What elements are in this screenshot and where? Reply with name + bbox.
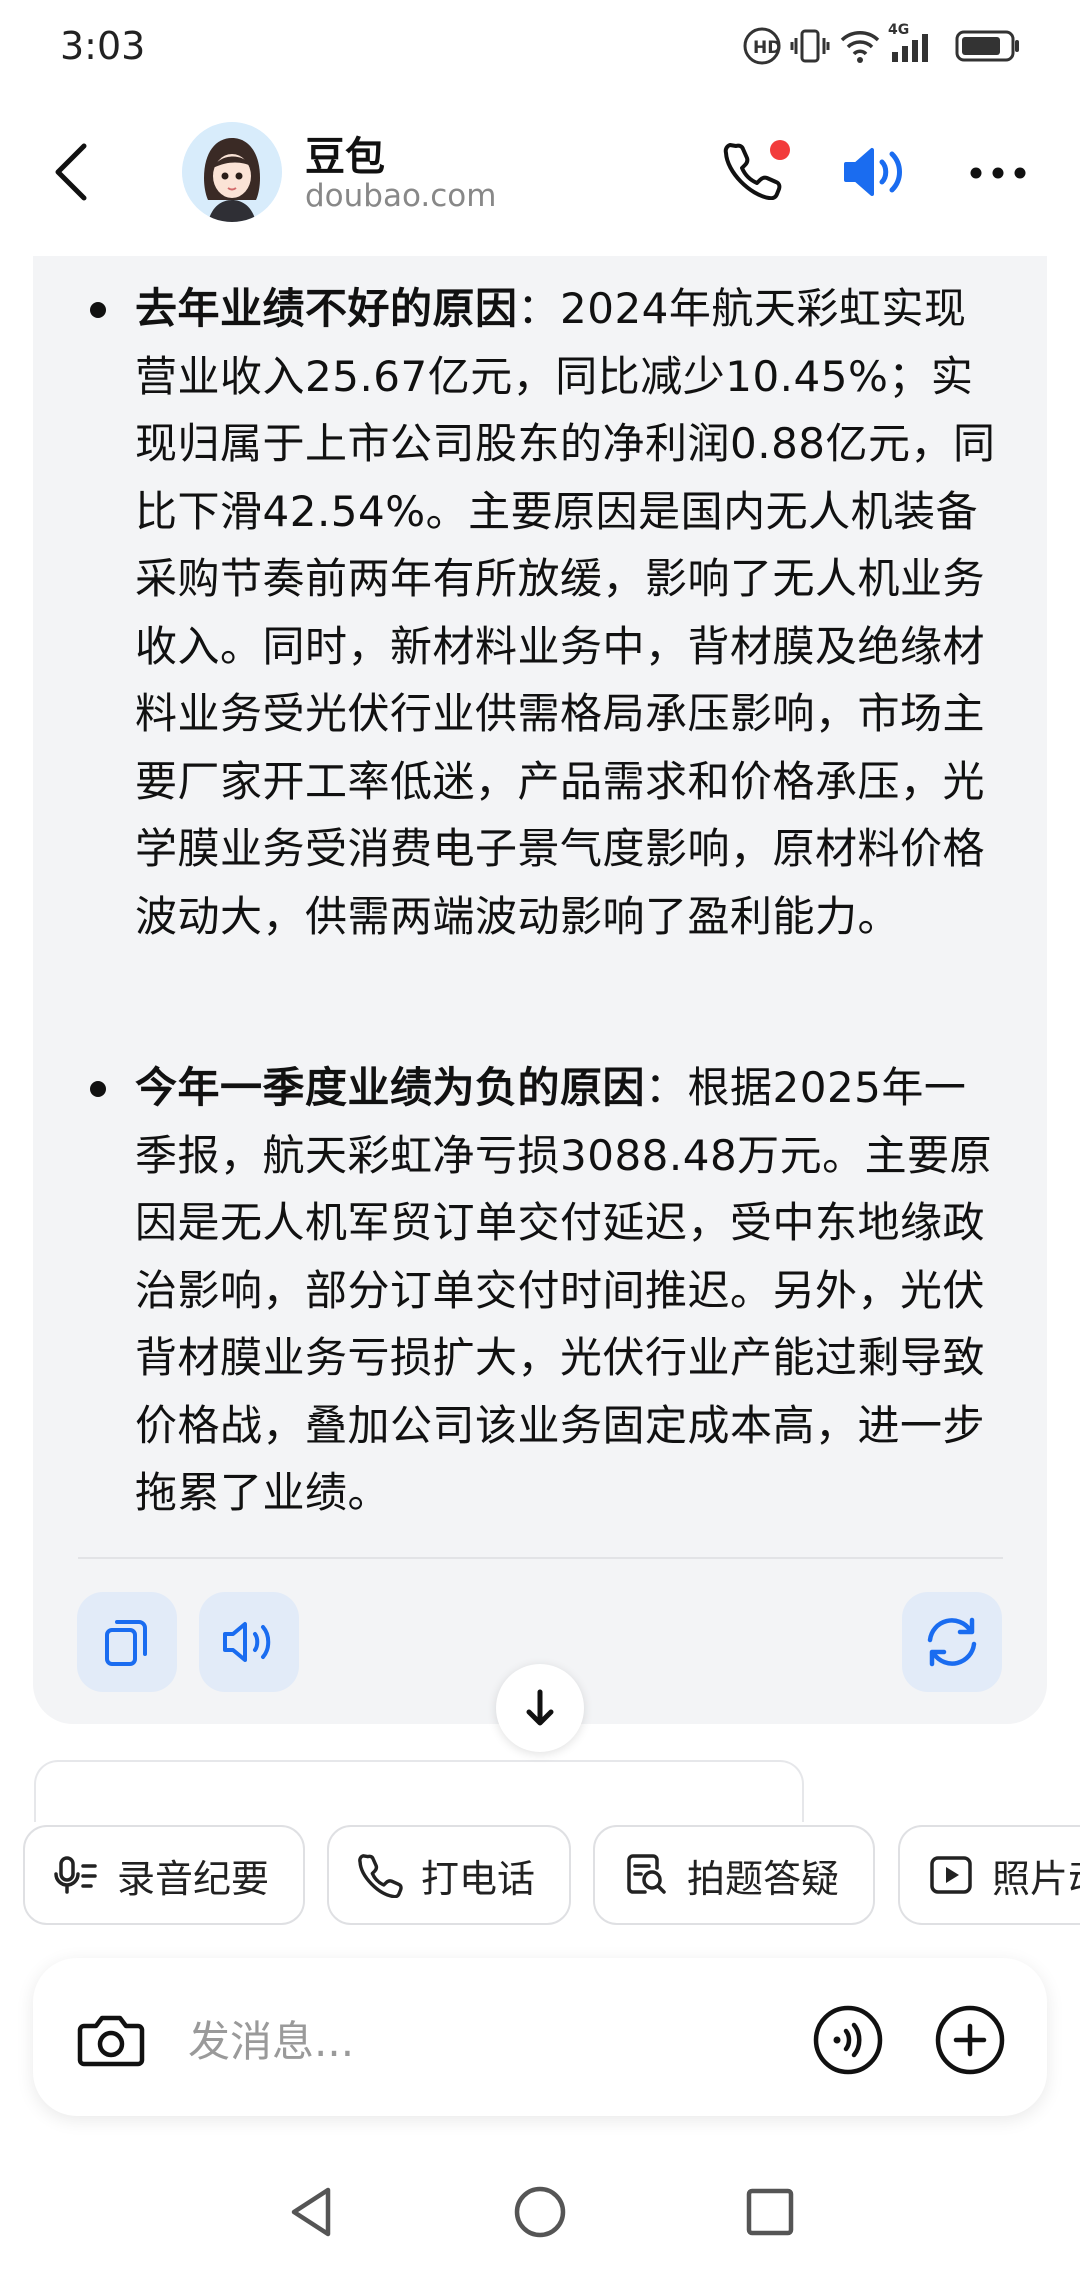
- regenerate-icon: [927, 1617, 977, 1667]
- chip-label: 照片动: [992, 1856, 1080, 1901]
- chip-label: 打电话: [421, 1856, 536, 1901]
- camera-icon[interactable]: [76, 2010, 146, 2070]
- bullet-point: [90, 1081, 106, 1097]
- message-paragraph: 今年一季度业绩为负的原因：根据2025年一季报，航天彩虹净亏损3088.48万元…: [135, 1054, 1005, 1527]
- arrow-down-icon: [526, 1689, 554, 1726]
- paragraph-heading: 去年业绩不好的原因: [135, 284, 518, 333]
- divider: [78, 1557, 1003, 1559]
- avatar-image: [182, 122, 282, 222]
- chip-label: 拍题答疑: [687, 1856, 840, 1901]
- speaker-icon[interactable]: [840, 142, 910, 202]
- copy-button[interactable]: [77, 1592, 177, 1692]
- chip-recording-notes[interactable]: 录音纪要: [23, 1825, 305, 1925]
- paragraph-text: ：2024年航天彩虹实现营业收入25.67亿元，同比减少10.45%；实现归属于…: [135, 284, 996, 941]
- voice-call-icon[interactable]: [812, 2004, 884, 2076]
- nav-home-icon[interactable]: [512, 2184, 568, 2240]
- message-input[interactable]: [186, 2005, 750, 2077]
- avatar[interactable]: [182, 122, 282, 222]
- chat-header: [0, 110, 1080, 260]
- mic-notes-icon: [54, 1856, 97, 1894]
- battery-icon: [955, 30, 1019, 62]
- paragraph-text: ：根据2025年一季报，航天彩虹净亏损3088.48万元。主要原因是无人机军贸订…: [135, 1063, 993, 1517]
- chat-subtitle: doubao.com: [305, 178, 497, 214]
- plus-icon[interactable]: [934, 2004, 1006, 2076]
- chat-title: 豆包: [305, 134, 385, 180]
- chip-photo-question[interactable]: 拍题答疑: [593, 1825, 875, 1925]
- read-aloud-button[interactable]: [199, 1592, 299, 1692]
- notification-badge: [770, 140, 790, 160]
- nav-recents-icon[interactable]: [742, 2184, 798, 2240]
- chip-label: 录音纪要: [117, 1856, 270, 1901]
- status-time: 3:03: [60, 24, 146, 68]
- status-bar: 3:03 HD 4G: [0, 0, 1080, 96]
- more-icon[interactable]: [966, 158, 1030, 188]
- read-aloud-icon: [223, 1622, 271, 1662]
- signal-4g-icon: [892, 34, 928, 62]
- svg-text:HD: HD: [753, 38, 781, 58]
- search-doc-icon: [627, 1854, 666, 1894]
- next-message-card: [34, 1760, 804, 1822]
- back-arrow-icon[interactable]: [48, 140, 92, 204]
- scroll-down-button[interactable]: [496, 1664, 584, 1752]
- play-icon: [930, 1856, 972, 1894]
- vibrate-icon: [790, 29, 830, 63]
- paragraph-heading: 今年一季度业绩为负的原因: [135, 1063, 646, 1112]
- hd-call-icon: HD: [743, 27, 781, 65]
- regenerate-button[interactable]: [902, 1592, 1002, 1692]
- bullet-point: [90, 302, 106, 318]
- chip-photo-animate[interactable]: 照片动: [898, 1825, 1080, 1925]
- phone-icon: [358, 1854, 403, 1898]
- chip-phone-call[interactable]: 打电话: [327, 1825, 571, 1925]
- nav-back-icon[interactable]: [284, 2184, 340, 2240]
- wifi-icon: [840, 31, 880, 63]
- copy-icon: [105, 1620, 147, 1666]
- message-paragraph: 去年业绩不好的原因：2024年航天彩虹实现营业收入25.67亿元，同比减少10.…: [135, 275, 1005, 950]
